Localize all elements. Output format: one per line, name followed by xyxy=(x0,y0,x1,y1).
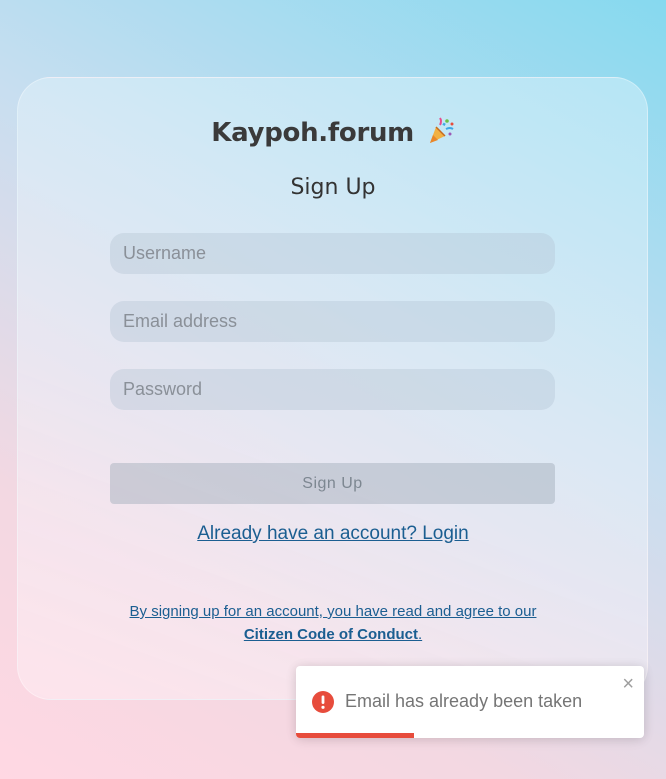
code-of-conduct-link[interactable]: Citizen Code of Conduct xyxy=(244,626,418,643)
login-link[interactable]: Already have an account? Login xyxy=(0,523,666,545)
error-toast[interactable]: Email has already been taken × xyxy=(296,666,644,738)
party-popper-icon xyxy=(429,116,454,143)
terms-notice: By signing up for an account, you have r… xyxy=(0,600,666,646)
terms-period: . xyxy=(417,626,423,643)
terms-text[interactable]: By signing up for an account, you have r… xyxy=(130,603,537,620)
form-title: Sign Up xyxy=(290,175,376,200)
toast-progress-bar xyxy=(296,733,415,738)
brand-title: Kaypoh.forum xyxy=(0,116,666,148)
signup-button[interactable]: Sign Up xyxy=(110,463,555,504)
username-input[interactable] xyxy=(110,233,555,274)
email-input[interactable] xyxy=(110,301,555,342)
brand-name: Kaypoh.forum xyxy=(211,118,414,148)
error-icon xyxy=(312,691,334,713)
password-input[interactable] xyxy=(110,369,555,410)
close-icon[interactable]: × xyxy=(622,674,634,694)
toast-message: Email has already been taken xyxy=(345,691,583,711)
toast-progress-track xyxy=(296,733,644,738)
